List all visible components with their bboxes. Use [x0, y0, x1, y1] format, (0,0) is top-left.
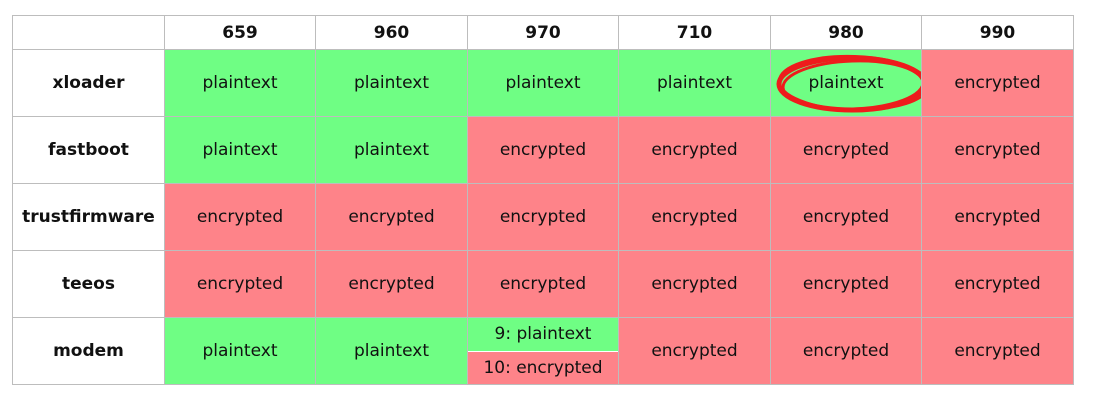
encryption-table: 659 960 970 710 980 990 xloader plaintex…	[12, 15, 1074, 385]
table-cell: plaintext	[164, 116, 316, 184]
row-header: fastboot	[12, 116, 165, 184]
table-cell: encrypted	[921, 183, 1074, 251]
table-cell: encrypted	[921, 250, 1074, 318]
row-header: modem	[12, 317, 165, 385]
column-header: 710	[618, 15, 771, 50]
column-header: 960	[315, 15, 468, 50]
table-cell: encrypted	[770, 183, 922, 251]
highlighted-cell-label: plaintext	[808, 73, 884, 93]
table-cell: encrypted	[315, 250, 468, 318]
table-cell: encrypted	[770, 317, 922, 385]
highlighted-cell: plaintext	[770, 49, 922, 117]
split-cell-top: 9: plaintext	[468, 318, 618, 352]
table-row: xloader plaintext plaintext plaintext pl…	[12, 49, 1074, 117]
table-cell: encrypted	[618, 250, 771, 318]
table-cell: encrypted	[467, 116, 619, 184]
table-row: fastboot plaintext plaintext encrypted e…	[12, 116, 1074, 184]
table-cell: plaintext	[164, 317, 316, 385]
split-cell: 9: plaintext 10: encrypted	[467, 317, 619, 385]
table-cell: encrypted	[467, 250, 619, 318]
table-cell: encrypted	[921, 317, 1074, 385]
row-header: xloader	[12, 49, 165, 117]
table-cell: plaintext	[467, 49, 619, 117]
table-row: teeos encrypted encrypted encrypted encr…	[12, 250, 1074, 318]
table-row: modem plaintext plaintext 9: plaintext 1…	[12, 317, 1074, 385]
table-cell: encrypted	[618, 116, 771, 184]
table-row: trustfirmware encrypted encrypted encryp…	[12, 183, 1074, 251]
table-cell: plaintext	[315, 49, 468, 117]
table-cell: encrypted	[164, 183, 316, 251]
table-cell: plaintext	[315, 116, 468, 184]
row-header: trustfirmware	[12, 183, 165, 251]
column-header: 990	[921, 15, 1074, 50]
column-header: 970	[467, 15, 619, 50]
header-row: 659 960 970 710 980 990	[12, 15, 1074, 50]
row-header: teeos	[12, 250, 165, 318]
table-cell: plaintext	[164, 49, 316, 117]
table-cell: plaintext	[315, 317, 468, 385]
column-header: 980	[770, 15, 922, 50]
column-header: 659	[164, 15, 316, 50]
table-cell: encrypted	[770, 116, 922, 184]
table-cell: encrypted	[315, 183, 468, 251]
table-cell: encrypted	[618, 317, 771, 385]
corner-cell	[12, 15, 165, 50]
table-cell: encrypted	[467, 183, 619, 251]
table-cell: encrypted	[770, 250, 922, 318]
table-cell: encrypted	[618, 183, 771, 251]
table-cell: plaintext	[618, 49, 771, 117]
table-cell: encrypted	[921, 116, 1074, 184]
split-cell-bottom: 10: encrypted	[468, 351, 618, 384]
table-cell: encrypted	[921, 49, 1074, 117]
table-cell: encrypted	[164, 250, 316, 318]
